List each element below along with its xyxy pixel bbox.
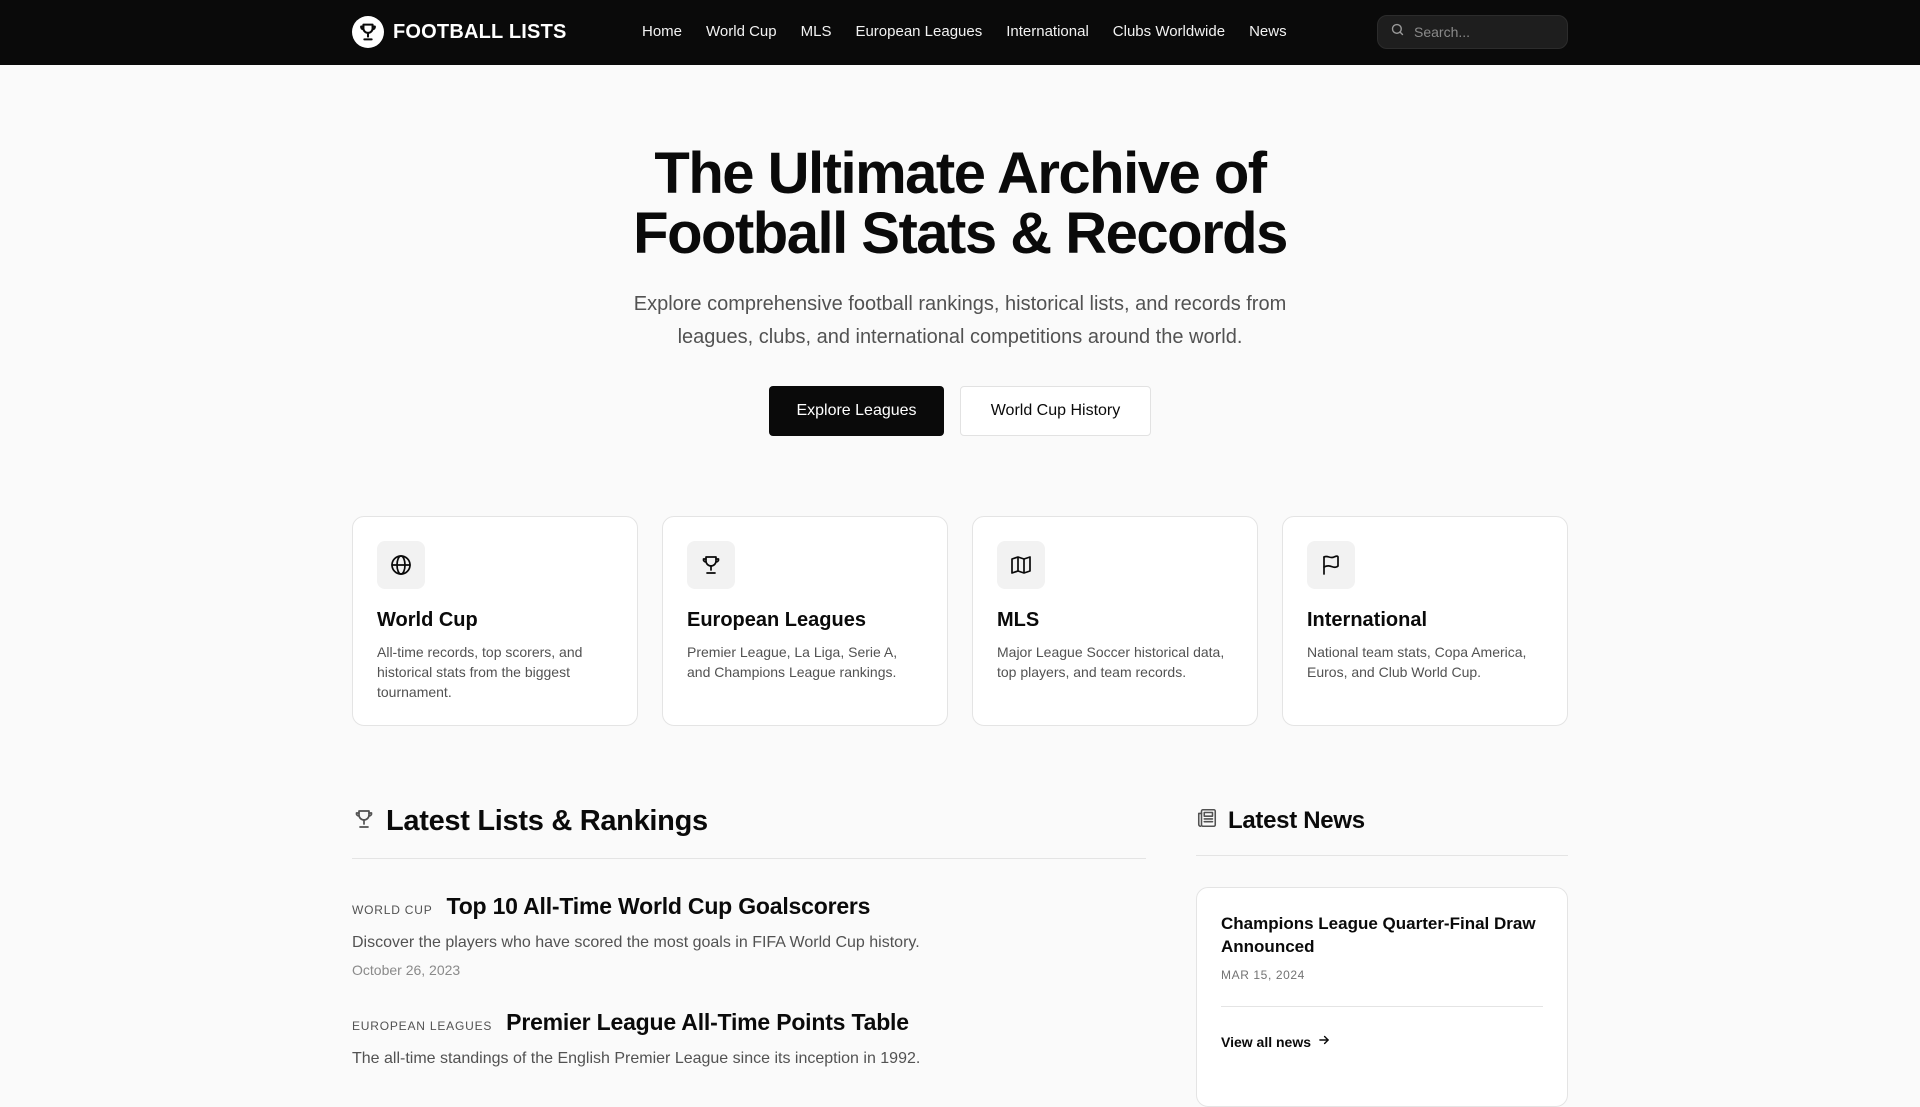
trophy-logo-icon: [352, 16, 384, 48]
brand[interactable]: FOOTBALL LISTS: [352, 16, 567, 48]
brand-name: FOOTBALL LISTS: [393, 20, 567, 43]
explore-leagues-button[interactable]: Explore Leagues: [769, 386, 944, 436]
divider: [352, 858, 1146, 859]
nav-clubs-worldwide[interactable]: Clubs Worldwide: [1113, 21, 1225, 43]
hero-title: The Ultimate Archive of Football Stats &…: [560, 144, 1360, 264]
category-card-world-cup[interactable]: World Cup All-time records, top scorers,…: [352, 516, 638, 726]
hero-subtitle-line2: leagues, clubs, and international compet…: [677, 326, 1243, 348]
list-item[interactable]: EUROPEAN LEAGUES Premier League All-Time…: [352, 1009, 1142, 1070]
category-title: MLS: [997, 609, 1040, 631]
hero-title-line2: Football Stats & Records: [633, 201, 1288, 266]
list-item-date: October 26, 2023: [352, 962, 461, 978]
news-title: Latest News: [1228, 806, 1365, 834]
view-all-news-link[interactable]: View all news: [1221, 1033, 1543, 1050]
list-item-desc: The all-time standings of the English Pr…: [352, 1050, 921, 1067]
top-navbar: FOOTBALL LISTS Home World Cup MLS Europe…: [0, 0, 1920, 65]
category-card-european-leagues[interactable]: European Leagues Premier League, La Liga…: [662, 516, 948, 726]
search-input[interactable]: [1414, 24, 1554, 40]
list-item[interactable]: WORLD CUP Top 10 All-Time World Cup Goal…: [352, 893, 1142, 978]
map-icon: [997, 541, 1045, 589]
list-item-category: WORLD CUP: [352, 903, 433, 917]
category-title: European Leagues: [687, 609, 866, 631]
category-desc: Major League Soccer historical data, top…: [997, 644, 1225, 680]
search-icon: [1390, 22, 1405, 42]
category-desc: National team stats, Copa America, Euros…: [1307, 644, 1527, 680]
list-item-category: EUROPEAN LEAGUES: [352, 1019, 493, 1033]
nav-home[interactable]: Home: [642, 21, 682, 43]
list-item-title[interactable]: Premier League All-Time Points Table: [506, 1009, 909, 1036]
divider: [1196, 855, 1568, 856]
category-desc: Premier League, La Liga, Serie A, and Ch…: [687, 644, 898, 680]
hero-title-line1: The Ultimate Archive of: [654, 141, 1267, 206]
world-cup-history-button[interactable]: World Cup History: [960, 386, 1151, 436]
trophy-icon: [687, 541, 735, 589]
category-card-international[interactable]: International National team stats, Copa …: [1282, 516, 1568, 726]
category-title: International: [1307, 609, 1428, 631]
news-item-title[interactable]: Champions League Quarter-Final Draw Anno…: [1221, 912, 1543, 958]
hero-subtitle-line1: Explore comprehensive football rankings,…: [633, 293, 1287, 315]
news-card[interactable]: Champions League Quarter-Final Draw Anno…: [1196, 887, 1568, 1107]
list-item-title[interactable]: Top 10 All-Time World Cup Goalscorers: [447, 893, 871, 920]
nav-european-leagues[interactable]: European Leagues: [855, 21, 982, 43]
category-card-mls[interactable]: MLS Major League Soccer historical data,…: [972, 516, 1258, 726]
hero-subtitle: Explore comprehensive football rankings,…: [580, 288, 1340, 354]
list-item-desc: Discover the players who have scored the…: [352, 934, 920, 951]
nav-news[interactable]: News: [1249, 21, 1287, 43]
category-title: World Cup: [377, 609, 478, 631]
divider: [1221, 1006, 1543, 1007]
main-nav: Home World Cup MLS European Leagues Inte…: [642, 21, 1287, 43]
news-heading: Latest News: [1196, 806, 1365, 835]
arrow-right-icon: [1317, 1033, 1331, 1050]
globe-icon: [377, 541, 425, 589]
view-all-news-label: View all news: [1221, 1033, 1312, 1050]
search-box[interactable]: [1377, 15, 1568, 49]
newspaper-icon: [1196, 806, 1218, 835]
news-item-date: MAR 15, 2024: [1221, 968, 1305, 982]
nav-mls[interactable]: MLS: [801, 21, 832, 43]
flag-icon: [1307, 541, 1355, 589]
nav-world-cup[interactable]: World Cup: [706, 21, 777, 43]
lists-heading: Latest Lists & Rankings: [352, 805, 708, 838]
nav-international[interactable]: International: [1006, 21, 1089, 43]
trophy-icon: [352, 806, 376, 837]
category-desc: All-time records, top scorers, and histo…: [377, 644, 583, 700]
lists-title: Latest Lists & Rankings: [386, 805, 708, 837]
